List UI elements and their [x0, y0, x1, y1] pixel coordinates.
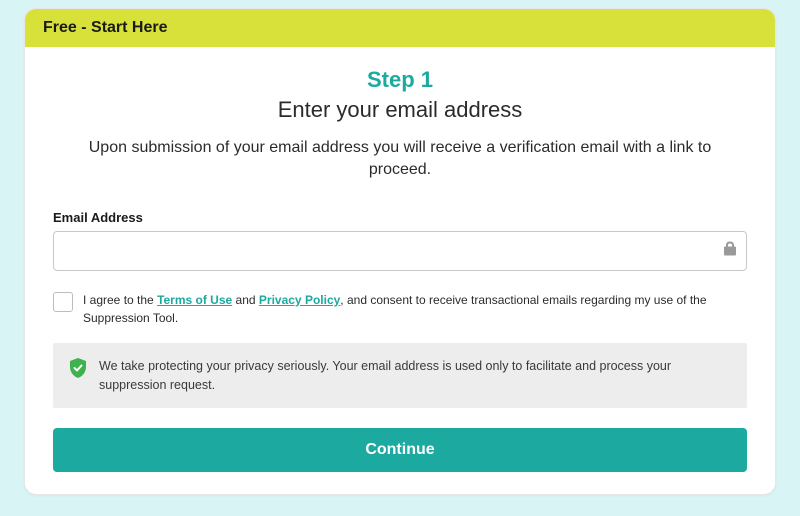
consent-middle: and: [232, 293, 259, 307]
step-subtitle: Enter your email address: [53, 97, 747, 123]
email-input[interactable]: [53, 231, 747, 271]
step-label: Step 1: [53, 67, 747, 93]
consent-text: I agree to the Terms of Use and Privacy …: [83, 291, 747, 327]
shield-icon: [69, 358, 87, 383]
consent-checkbox[interactable]: [53, 292, 73, 312]
email-input-wrap: [53, 231, 747, 271]
consent-row: I agree to the Terms of Use and Privacy …: [53, 291, 747, 327]
card-header: Free - Start Here: [25, 9, 775, 47]
lock-icon: [723, 240, 737, 261]
consent-prefix: I agree to the: [83, 293, 157, 307]
privacy-link[interactable]: Privacy Policy: [259, 293, 340, 307]
terms-link[interactable]: Terms of Use: [157, 293, 232, 307]
header-title: Free - Start Here: [43, 19, 168, 36]
privacy-notice-text: We take protecting your privacy seriousl…: [99, 357, 731, 395]
step-description: Upon submission of your email address yo…: [80, 137, 720, 182]
continue-button[interactable]: Continue: [53, 428, 747, 472]
signup-card: Free - Start Here Step 1 Enter your emai…: [24, 8, 776, 495]
email-label: Email Address: [53, 210, 747, 225]
privacy-notice-box: We take protecting your privacy seriousl…: [53, 343, 747, 409]
card-body: Step 1 Enter your email address Upon sub…: [25, 47, 775, 494]
